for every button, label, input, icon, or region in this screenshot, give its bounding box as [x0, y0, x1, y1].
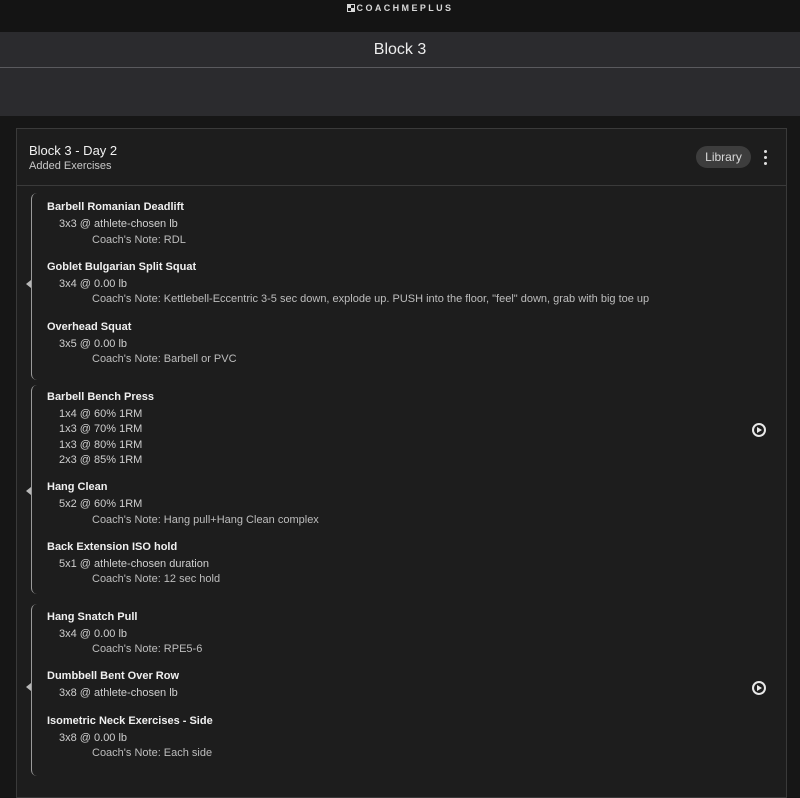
- coach-note: Coach's Note: RDL: [92, 234, 186, 246]
- exercise-name[interactable]: Barbell Bench Press: [47, 391, 154, 403]
- exercise-set: 3x4 @ 0.00 lb: [59, 628, 128, 640]
- exercise-set: 3x3 @ athlete-chosen lb: [59, 218, 178, 230]
- exercise-set: 1x4 @ 60% 1RM: [59, 408, 143, 420]
- exercise-name[interactable]: Barbell Romanian Deadlift: [47, 201, 184, 213]
- exercise-set: 5x2 @ 60% 1RM: [59, 498, 143, 510]
- exercise-set: 3x5 @ 0.00 lb: [59, 338, 128, 350]
- group-bracket[interactable]: [26, 604, 40, 776]
- coach-note: Coach's Note: Kettlebell-Eccentric 3-5 s…: [92, 293, 650, 305]
- workout-card: Block 3 - Day 2 Added Exercises Library …: [16, 128, 787, 798]
- exercise-set: 3x8 @ 0.00 lb: [59, 732, 128, 744]
- brand-mark-icon: [346, 4, 355, 12]
- coach-note: Coach's Note: Each side: [92, 747, 213, 759]
- card-subtitle: Added Exercises: [29, 160, 112, 172]
- exercise-name[interactable]: Back Extension ISO hold: [47, 541, 177, 553]
- brand-logo: COACHMEPLUS: [0, 3, 800, 13]
- exercise-set: 1x3 @ 80% 1RM: [59, 439, 143, 451]
- exercise-set: 3x4 @ 0.00 lb: [59, 278, 128, 290]
- brand-text: COACHMEPLUS: [356, 3, 454, 13]
- exercise-name[interactable]: Hang Snatch Pull: [47, 611, 137, 623]
- top-bar: COACHMEPLUS: [0, 0, 800, 32]
- coach-note: Coach's Note: 12 sec hold: [92, 573, 221, 585]
- sub-bar: [0, 68, 800, 116]
- group-bracket[interactable]: [26, 193, 40, 380]
- more-options-icon[interactable]: [758, 146, 774, 168]
- page-title: Block 3: [373, 41, 427, 58]
- play-video-icon[interactable]: [752, 423, 766, 437]
- exercise-group-1: Barbell Romanian Deadlift 3x3 @ athlete-…: [26, 193, 771, 380]
- coach-note: Coach's Note: Hang pull+Hang Clean compl…: [92, 514, 319, 526]
- title-bar: Block 3: [0, 32, 800, 68]
- card-header: Block 3 - Day 2 Added Exercises Library: [17, 129, 786, 186]
- exercise-set: 1x3 @ 70% 1RM: [59, 423, 143, 435]
- exercise-name[interactable]: Overhead Squat: [47, 321, 131, 333]
- exercise-set: 5x1 @ athlete-chosen duration: [59, 558, 209, 570]
- exercise-name[interactable]: Isometric Neck Exercises - Side: [47, 715, 213, 727]
- library-button[interactable]: Library: [696, 146, 751, 168]
- exercise-name[interactable]: Goblet Bulgarian Split Squat: [47, 261, 196, 273]
- coach-note: Coach's Note: RPE5-6: [92, 643, 203, 655]
- exercise-set: 2x3 @ 85% 1RM: [59, 454, 143, 466]
- group-bracket[interactable]: [26, 385, 40, 594]
- coach-note: Coach's Note: Barbell or PVC: [92, 353, 237, 365]
- exercise-set: 3x8 @ athlete-chosen lb: [59, 687, 178, 699]
- exercise-group-3: Hang Snatch Pull 3x4 @ 0.00 lb Coach's N…: [26, 604, 771, 776]
- exercise-group-2: Barbell Bench Press 1x4 @ 60% 1RM 1x3 @ …: [26, 385, 771, 594]
- play-video-icon[interactable]: [752, 681, 766, 695]
- card-title: Block 3 - Day 2: [29, 143, 118, 158]
- exercise-name[interactable]: Hang Clean: [47, 481, 108, 493]
- exercise-name[interactable]: Dumbbell Bent Over Row: [47, 670, 179, 682]
